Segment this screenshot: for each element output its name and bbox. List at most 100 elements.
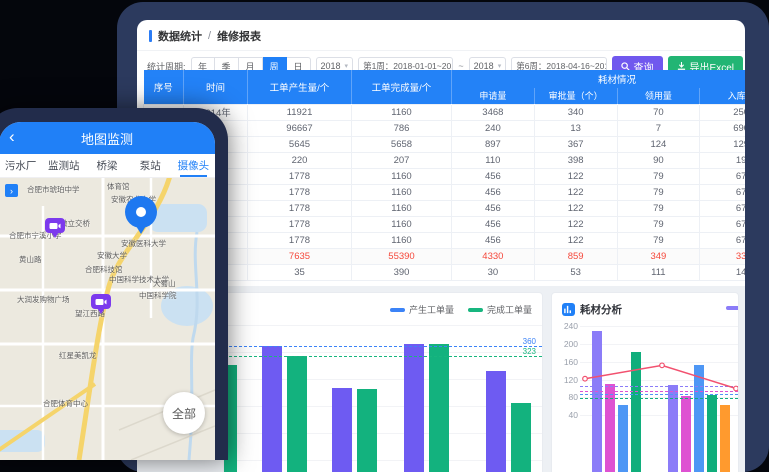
map-poi-label: 安徽大学 bbox=[97, 250, 127, 261]
column-header: 工单完成量/个 bbox=[352, 70, 452, 104]
table-cell: 240 bbox=[452, 120, 535, 136]
table-cell: 67 bbox=[700, 216, 745, 232]
phone-tabs: 污水厂监测站桥梁泵站摄像头 bbox=[0, 154, 215, 178]
group-column-header: 耗材情况 bbox=[452, 70, 746, 88]
total-cell: 7635 bbox=[248, 248, 352, 264]
table-cell: 67 bbox=[700, 232, 745, 248]
table-cell: 122 bbox=[534, 232, 617, 248]
table-row: 356455658897367124129 bbox=[144, 136, 746, 152]
table-row: 7177811604561227967 bbox=[144, 200, 746, 216]
camera-icon bbox=[45, 218, 65, 233]
workorder-chart-card: 产生工单量完成工单量 360323 bbox=[223, 292, 543, 472]
total-cell: 349 bbox=[617, 248, 700, 264]
table-cell: 11921 bbox=[248, 104, 352, 120]
table-cell: 1160 bbox=[352, 232, 452, 248]
table-cell: 456 bbox=[452, 168, 535, 184]
phone-tab-泵站[interactable]: 泵站 bbox=[129, 154, 172, 177]
table-cell: 897 bbox=[452, 136, 535, 152]
map-poi-label: 中国科学院 bbox=[139, 290, 177, 301]
phone-tab-污水厂[interactable]: 污水厂 bbox=[0, 154, 42, 177]
map-poi-label: 合肥体育中心 bbox=[43, 398, 88, 409]
sub-column-header: 申请量 bbox=[452, 88, 535, 104]
map-poi-label: 大蜀山 bbox=[153, 278, 176, 289]
table-cell: 786 bbox=[352, 120, 452, 136]
phone-title: 地图监测 bbox=[81, 129, 133, 148]
camera-icon bbox=[91, 294, 111, 309]
bar-产生工单量 bbox=[486, 371, 506, 472]
bar-产生工单量 bbox=[332, 388, 352, 472]
table-cell: 79 bbox=[617, 200, 700, 216]
phone-tab-摄像头[interactable]: 摄像头 bbox=[172, 154, 215, 177]
map[interactable]: 合肥市琥珀中学体育馆安徽农业大学五里墩立交桥安徽医科大学合肥市宁溪小学安徽大学合… bbox=[0, 178, 215, 460]
selected-location-pin[interactable] bbox=[125, 196, 157, 236]
breadcrumb-separator: / bbox=[208, 30, 211, 42]
map-poi-label: 红星美凯龙 bbox=[59, 350, 97, 361]
table-cell: 19 bbox=[700, 152, 745, 168]
column-header: 工单产生量/个 bbox=[248, 70, 352, 104]
table-cell: 96667 bbox=[248, 120, 352, 136]
average-row: 平均值35390305311114 bbox=[144, 264, 746, 280]
table-cell: 79 bbox=[617, 184, 700, 200]
table-cell: 456 bbox=[452, 232, 535, 248]
map-expand-button[interactable]: › bbox=[5, 184, 18, 197]
consumable-chart-card: 耗材分析 2402001601208040 bbox=[551, 292, 739, 472]
table-row: 9177811604561227967 bbox=[144, 232, 746, 248]
table-row: 12014年119211160346834070250 bbox=[144, 104, 746, 120]
table-cell: 1160 bbox=[352, 200, 452, 216]
map-poi-label: 黄山路 bbox=[19, 254, 42, 265]
map-all-button[interactable]: 全部 bbox=[163, 392, 205, 434]
reference-line bbox=[224, 346, 542, 347]
reference-line-label: 323 bbox=[523, 347, 536, 356]
table-cell: 1160 bbox=[352, 216, 452, 232]
table-cell: 1160 bbox=[352, 104, 452, 120]
table-cell: 79 bbox=[617, 232, 700, 248]
total-row: 合计763555390433085934933 bbox=[144, 248, 746, 264]
table-header-row: 序号时间工单产生量/个工单完成量/个耗材情况 bbox=[144, 70, 746, 88]
breadcrumb: 数据统计 / 维修报表 bbox=[149, 28, 261, 44]
total-cell: 859 bbox=[534, 248, 617, 264]
chevron-down-icon: ▾ bbox=[498, 62, 502, 70]
bar-完成工单量 bbox=[287, 356, 307, 472]
table-cell: 79 bbox=[617, 168, 700, 184]
table-cell: 67 bbox=[700, 200, 745, 216]
phone-tab-监测站[interactable]: 监测站 bbox=[42, 154, 85, 177]
table-cell: 207 bbox=[352, 152, 452, 168]
camera-pin[interactable] bbox=[91, 294, 111, 315]
breadcrumb-accent-bar bbox=[149, 30, 152, 42]
table-cell: 1778 bbox=[248, 200, 352, 216]
chart2-plot: 2402001601208040 bbox=[552, 293, 738, 472]
table-cell: 124 bbox=[617, 136, 700, 152]
phone-mockup: ‹ 地图监测 污水厂监测站桥梁泵站摄像头 合肥市琥珀中学体育馆安徽农 bbox=[0, 108, 228, 460]
average-cell: 53 bbox=[534, 264, 617, 280]
column-header: 时间 bbox=[184, 70, 248, 104]
bar-产生工单量 bbox=[404, 344, 424, 472]
table-cell: 1778 bbox=[248, 232, 352, 248]
bar-完成工单量 bbox=[357, 389, 377, 472]
total-cell: 4330 bbox=[452, 248, 535, 264]
table-row: 6177811604561227967 bbox=[144, 184, 746, 200]
charts-section: 产生工单量完成工单量 360323 耗材分析 2402001601208040 bbox=[137, 286, 745, 472]
bar-完成工单量 bbox=[429, 344, 449, 472]
table-cell: 1160 bbox=[352, 168, 452, 184]
back-icon[interactable]: ‹ bbox=[9, 126, 15, 148]
average-cell: 35 bbox=[248, 264, 352, 280]
table-row: 296667786240137690 bbox=[144, 120, 746, 136]
table-cell: 367 bbox=[534, 136, 617, 152]
camera-pin[interactable] bbox=[45, 218, 65, 239]
table-cell: 67 bbox=[700, 168, 745, 184]
table-cell: 67 bbox=[700, 184, 745, 200]
total-cell: 33 bbox=[700, 248, 745, 264]
breadcrumb-section: 数据统计 bbox=[158, 28, 202, 44]
phone-tab-桥梁[interactable]: 桥梁 bbox=[85, 154, 128, 177]
table-cell: 250 bbox=[700, 104, 745, 120]
table-cell: 122 bbox=[534, 200, 617, 216]
map-poi-label: 合肥市琥珀中学 bbox=[27, 184, 80, 195]
table-cell: 13 bbox=[534, 120, 617, 136]
divider bbox=[137, 50, 745, 51]
average-cell: 14 bbox=[700, 264, 745, 280]
map-poi-label: 体育馆 bbox=[107, 181, 130, 192]
breadcrumb-page: 维修报表 bbox=[217, 28, 261, 44]
table-cell: 340 bbox=[534, 104, 617, 120]
map-poi-label: 安徽医科大学 bbox=[121, 238, 166, 249]
reference-line bbox=[224, 356, 542, 357]
